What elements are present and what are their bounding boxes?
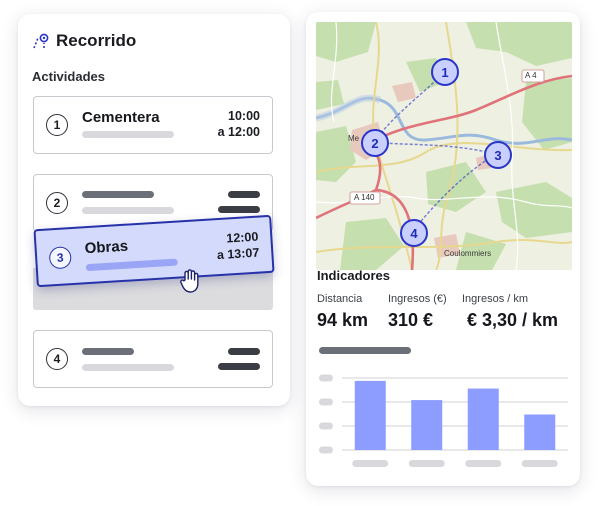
placeholder-time-bar	[228, 191, 260, 198]
activity-card-1[interactable]: 1 Cementera 10:00 a 12:00	[33, 96, 273, 154]
activity-time: 10:00 a 12:00	[218, 108, 260, 140]
place-label-coulommiers: Coulommiers	[444, 249, 492, 258]
activity-name: Obras	[84, 237, 129, 258]
x-tick-placeholder	[408, 460, 445, 467]
chart-bar	[524, 414, 556, 450]
activity-number: 1	[46, 114, 68, 136]
route-map[interactable]: A 4 A 140 Coulommiers Me 1 2 3 4	[316, 22, 572, 270]
placeholder-text-bar	[82, 207, 174, 214]
grab-hand-icon	[180, 269, 199, 293]
placeholder-time-bar	[218, 206, 260, 213]
placeholder-time-bar	[218, 363, 260, 370]
placeholder-text-bar	[82, 131, 174, 138]
activity-number: 4	[46, 348, 68, 370]
x-tick-placeholder	[352, 460, 389, 467]
y-tick-placeholder	[319, 398, 333, 406]
activity-card-4[interactable]: 4	[33, 330, 273, 388]
activity-time-end: a 13:07	[216, 245, 260, 263]
kpi-distance-value: 94 km	[317, 310, 369, 330]
indicators-panel: A 4 A 140 Coulommiers Me 1 2 3 4 Indicad…	[306, 12, 580, 486]
placeholder-text-bar	[82, 364, 174, 371]
road-label-a140: A 140	[354, 193, 375, 202]
map-pin-2[interactable]: 2	[361, 129, 389, 157]
activity-name: Cementera	[82, 109, 160, 126]
revenue-bar-chart	[319, 347, 568, 467]
activity-number: 3	[48, 246, 72, 270]
placeholder-title-bar	[82, 348, 134, 355]
placeholder-time-bar	[228, 348, 260, 355]
route-header: Recorrido	[32, 31, 136, 51]
activity-time: 12:00 a 13:07	[216, 229, 260, 264]
map-pin-1[interactable]: 1	[431, 58, 459, 86]
x-tick-placeholder	[521, 460, 558, 467]
route-pin-icon	[33, 33, 49, 49]
placeholder-text-bar	[85, 258, 178, 272]
route-title: Recorrido	[56, 31, 137, 50]
kpi-distance-label: Distancia	[317, 293, 363, 305]
activity-time-start: 10:00	[228, 109, 260, 123]
y-tick-placeholder	[319, 422, 333, 430]
kpi-revenue-label: Ingresos (€)	[388, 293, 447, 305]
chart-bar	[467, 388, 499, 450]
kpi-revenue-per-km-value: € 3,30 / km	[467, 310, 559, 330]
kpi-revenue-per-km-label: Ingresos / km	[462, 293, 529, 305]
map-pin-4[interactable]: 4	[400, 219, 428, 247]
map-pin-3[interactable]: 3	[484, 141, 512, 169]
activity-time-end: a 12:00	[217, 125, 260, 139]
activities-heading: Actividades	[32, 69, 105, 84]
kpi-revenue-value: 310 €	[388, 310, 434, 330]
placeholder-title-bar	[82, 191, 154, 198]
place-label-me: Me	[348, 134, 360, 143]
indicators-heading: Indicadores	[317, 268, 390, 283]
activity-number: 2	[46, 192, 68, 214]
chart-bar	[411, 400, 443, 450]
chart-bar	[354, 380, 386, 450]
road-label-a4: A 4	[525, 71, 537, 80]
x-tick-placeholder	[465, 460, 502, 467]
y-tick-placeholder	[319, 446, 333, 454]
chart-title-placeholder	[319, 347, 411, 354]
y-tick-placeholder	[319, 374, 333, 382]
route-panel: Recorrido Actividades 1 Cementera 10:00 …	[18, 14, 290, 406]
